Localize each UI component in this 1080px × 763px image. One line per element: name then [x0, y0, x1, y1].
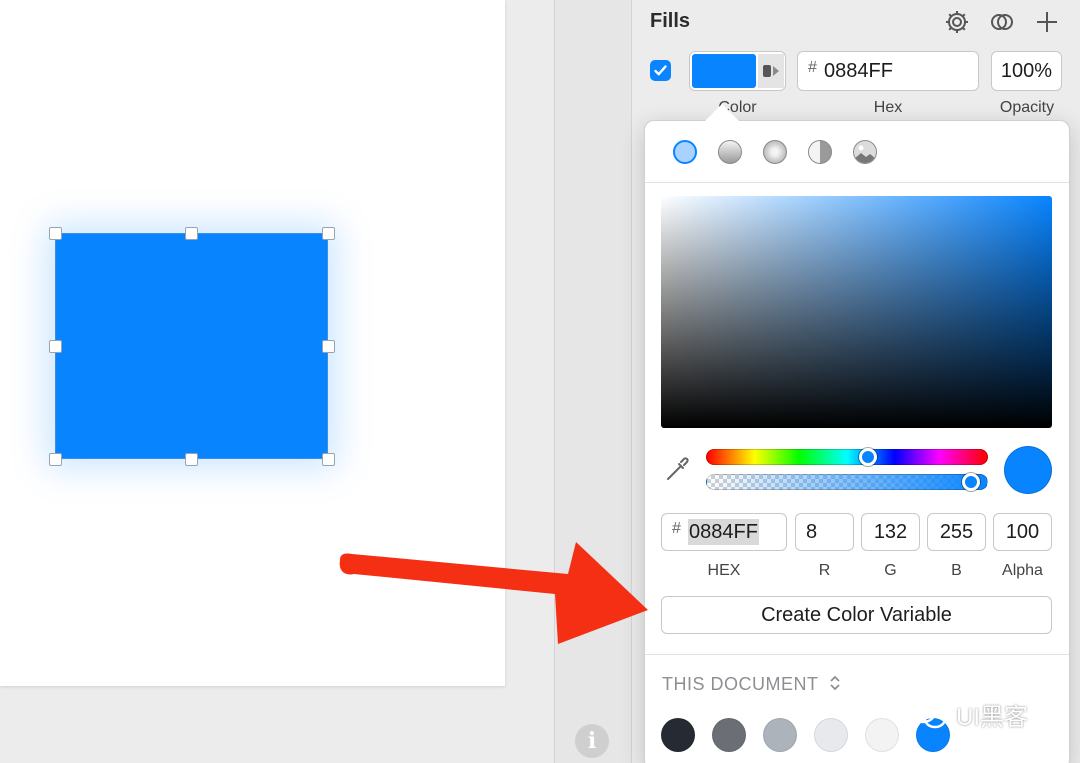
- radial-gradient-icon[interactable]: [763, 140, 787, 164]
- resize-handle-bottom[interactable]: [185, 453, 198, 466]
- solid-fill-icon[interactable]: [673, 140, 697, 164]
- blue-input[interactable]: 255: [927, 513, 986, 551]
- fill-color-swatch[interactable]: [692, 54, 756, 88]
- resize-handle-top[interactable]: [185, 227, 198, 240]
- alpha-input[interactable]: 100: [993, 513, 1052, 551]
- plus-icon[interactable]: [1033, 8, 1061, 36]
- hue-slider-knob[interactable]: [859, 448, 878, 466]
- hex-input[interactable]: # 0884FF: [797, 51, 979, 91]
- angular-gradient-icon[interactable]: [808, 140, 832, 164]
- hue-slider[interactable]: [706, 448, 988, 466]
- color-mode-icon: [763, 65, 779, 77]
- watermark-text: UI黑客: [956, 704, 1028, 731]
- resize-handle-top-right[interactable]: [322, 227, 335, 240]
- annotation-arrow: [339, 542, 648, 644]
- alpha-value: 100: [1005, 521, 1040, 543]
- hex-field-label: HEX: [707, 562, 741, 579]
- red-input[interactable]: 8: [795, 513, 854, 551]
- watermark: UI黑客: [908, 697, 1028, 732]
- fills-section-title: Fills: [650, 10, 691, 32]
- fill-enabled-checkbox[interactable]: [650, 60, 671, 81]
- color-preview-swatch: [1004, 446, 1052, 494]
- alpha-slider-knob[interactable]: [962, 473, 980, 491]
- blue-value: 255: [939, 521, 974, 543]
- popover-divider-bottom: [645, 654, 1069, 655]
- hex-prefix: #: [808, 59, 817, 76]
- green-value: 132: [873, 521, 908, 543]
- selected-rectangle[interactable]: [55, 233, 328, 459]
- document-colors-dropdown[interactable]: THIS DOCUMENT: [662, 674, 842, 695]
- red-field-label: R: [818, 562, 831, 579]
- resize-handle-right[interactable]: [322, 340, 335, 353]
- alpha-field-label: Alpha: [1002, 562, 1043, 579]
- red-value: 8: [806, 521, 818, 543]
- fill-color-well[interactable]: [689, 51, 786, 91]
- hex-value: 0884FF: [824, 60, 893, 82]
- green-input[interactable]: 132: [861, 513, 920, 551]
- resize-handle-bottom-right[interactable]: [322, 453, 335, 466]
- green-field-label: G: [884, 562, 897, 579]
- chevron-updown-icon: [830, 675, 840, 691]
- resize-handle-bottom-left[interactable]: [49, 453, 62, 466]
- alpha-slider[interactable]: [706, 474, 988, 490]
- document-color-swatch[interactable]: [712, 718, 746, 752]
- document-color-swatch[interactable]: [763, 718, 797, 752]
- resize-handle-top-left[interactable]: [49, 227, 62, 240]
- document-colors-title: THIS DOCUMENT: [662, 674, 819, 694]
- linear-gradient-icon[interactable]: [718, 140, 742, 164]
- picker-hex-value: 0884FF: [688, 519, 759, 545]
- wechat-icon: [909, 700, 947, 728]
- fill-mode-toggle[interactable]: [758, 54, 784, 88]
- document-color-swatch[interactable]: [865, 718, 899, 752]
- picker-hex-prefix: #: [672, 520, 681, 537]
- info-icon[interactable]: i: [575, 724, 609, 758]
- hex-label: Hex: [873, 99, 903, 116]
- popover-arrow: [705, 104, 739, 121]
- create-color-variable-button[interactable]: Create Color Variable: [661, 596, 1052, 634]
- opacity-input[interactable]: 100%: [991, 51, 1062, 91]
- saturation-brightness-area[interactable]: [661, 196, 1052, 428]
- image-fill-icon[interactable]: [853, 140, 877, 164]
- document-color-swatch[interactable]: [814, 718, 848, 752]
- opacity-value: 100%: [1000, 60, 1053, 82]
- gear-icon[interactable]: [943, 8, 971, 36]
- blend-mode-icon[interactable]: [988, 8, 1016, 36]
- resize-handle-left[interactable]: [49, 340, 62, 353]
- blue-field-label: B: [951, 562, 962, 579]
- eyedropper-icon[interactable]: [664, 455, 692, 483]
- document-color-swatch[interactable]: [661, 718, 695, 752]
- popover-divider: [645, 182, 1069, 183]
- picker-hex-input[interactable]: # 0884FF: [661, 513, 787, 551]
- opacity-label: Opacity: [999, 99, 1055, 116]
